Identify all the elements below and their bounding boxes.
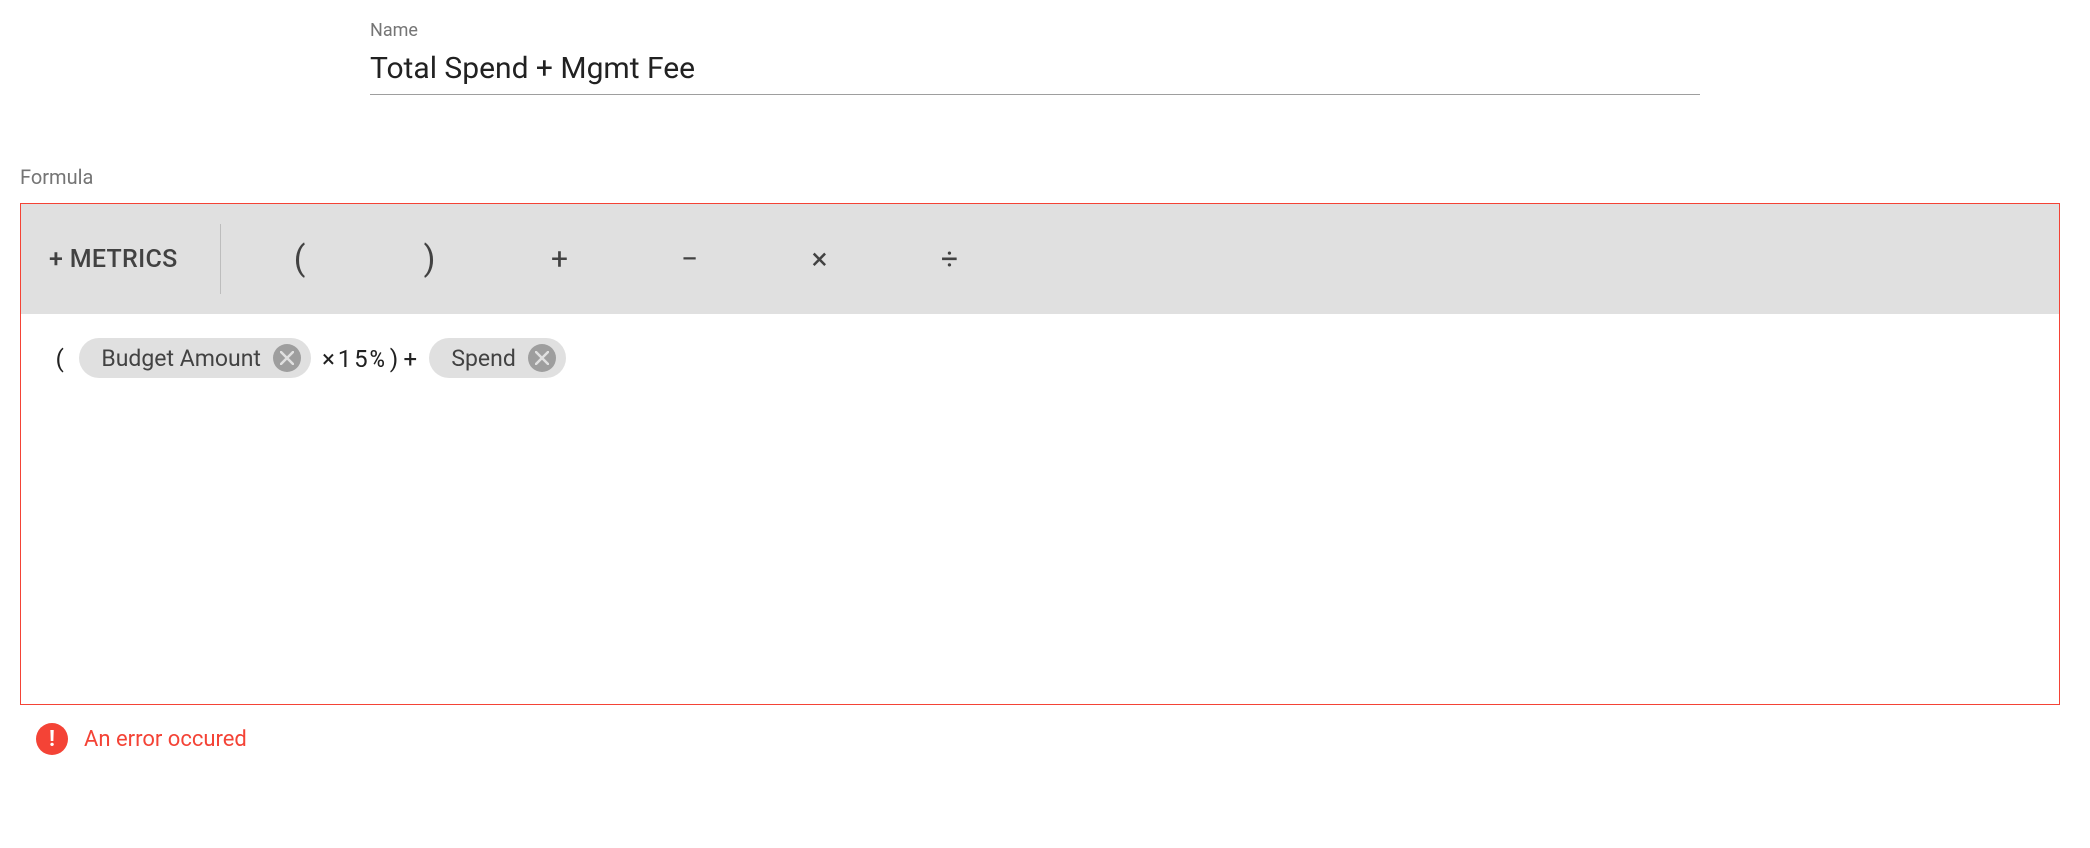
error-text: An error occured: [84, 727, 247, 752]
formula-editor[interactable]: ( Budget Amount ×15%)+ Spend: [21, 314, 2059, 704]
close-icon: [535, 351, 549, 365]
remove-chip-icon[interactable]: [273, 344, 301, 372]
token-ops: ×15%)+: [319, 338, 421, 378]
multiply-button[interactable]: ×: [755, 229, 885, 289]
name-input[interactable]: [370, 47, 1700, 95]
divide-button[interactable]: ÷: [885, 229, 1015, 289]
chip-label: Budget Amount: [101, 345, 261, 372]
metric-chip-spend[interactable]: Spend: [429, 338, 565, 378]
name-label: Name: [370, 20, 1700, 41]
metric-chip-budget-amount[interactable]: Budget Amount: [79, 338, 311, 378]
formula-box: + METRICS ( ) + − × ÷ ( Budget Amount ×1…: [20, 203, 2060, 705]
name-field-section: Name: [370, 20, 1700, 95]
error-icon: !: [36, 723, 68, 755]
close-paren-button[interactable]: ): [365, 229, 495, 289]
chip-label: Spend: [451, 345, 515, 372]
formula-label: Formula: [20, 165, 2070, 189]
error-message-row: ! An error occured: [20, 723, 2070, 755]
toolbar-divider: [220, 224, 221, 294]
open-paren-button[interactable]: (: [235, 229, 365, 289]
formula-toolbar: + METRICS ( ) + − × ÷: [21, 204, 2059, 314]
add-metrics-button[interactable]: + METRICS: [39, 229, 206, 289]
close-icon: [280, 351, 294, 365]
remove-chip-icon[interactable]: [528, 344, 556, 372]
minus-button[interactable]: −: [625, 229, 755, 289]
token-open-paren: (: [51, 338, 71, 378]
plus-button[interactable]: +: [495, 229, 625, 289]
